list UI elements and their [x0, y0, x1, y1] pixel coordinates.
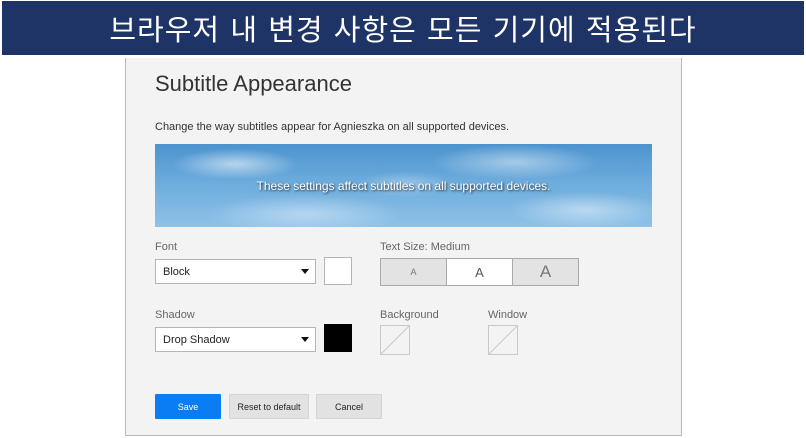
chevron-down-icon: [301, 269, 309, 274]
background-color-swatch[interactable]: [380, 325, 410, 355]
text-size-small-button[interactable]: A: [381, 259, 447, 285]
font-select-value: Block: [163, 265, 190, 278]
page-title: Subtitle Appearance: [155, 71, 352, 96]
no-color-icon: [488, 325, 518, 355]
window-label: Window: [488, 309, 528, 321]
text-size-medium-button[interactable]: A: [447, 259, 513, 285]
shadow-label: Shadow: [155, 309, 195, 321]
chevron-down-icon: [301, 337, 309, 342]
title-banner: 브라우저 내 변경 사항은 모든 기기에 적용된다: [2, 1, 804, 55]
background-label: Background: [380, 309, 439, 321]
cancel-button[interactable]: Cancel: [316, 394, 382, 419]
shadow-select[interactable]: Drop Shadow: [155, 327, 316, 352]
window-color-swatch[interactable]: [488, 325, 518, 355]
shadow-color-swatch[interactable]: [324, 324, 352, 352]
subtitle-appearance-panel: Subtitle Appearance Change the way subti…: [125, 58, 682, 436]
shadow-select-value: Drop Shadow: [163, 333, 230, 346]
reset-to-default-button[interactable]: Reset to default: [229, 394, 309, 419]
font-select[interactable]: Block: [155, 259, 316, 284]
font-color-swatch[interactable]: [324, 257, 352, 285]
banner-text: 브라우저 내 변경 사항은 모든 기기에 적용된다: [109, 13, 697, 47]
page-description: Change the way subtitles appear for Agni…: [155, 121, 510, 133]
text-size-selector: A A A: [380, 258, 579, 286]
preview-text: These settings affect subtitles on all s…: [256, 178, 551, 193]
save-button[interactable]: Save: [155, 394, 221, 419]
text-size-large-button[interactable]: A: [513, 259, 578, 285]
text-size-label: Text Size: Medium: [380, 241, 470, 253]
font-label: Font: [155, 241, 178, 253]
no-color-icon: [380, 325, 410, 355]
subtitle-preview: These settings affect subtitles on all s…: [155, 144, 652, 227]
